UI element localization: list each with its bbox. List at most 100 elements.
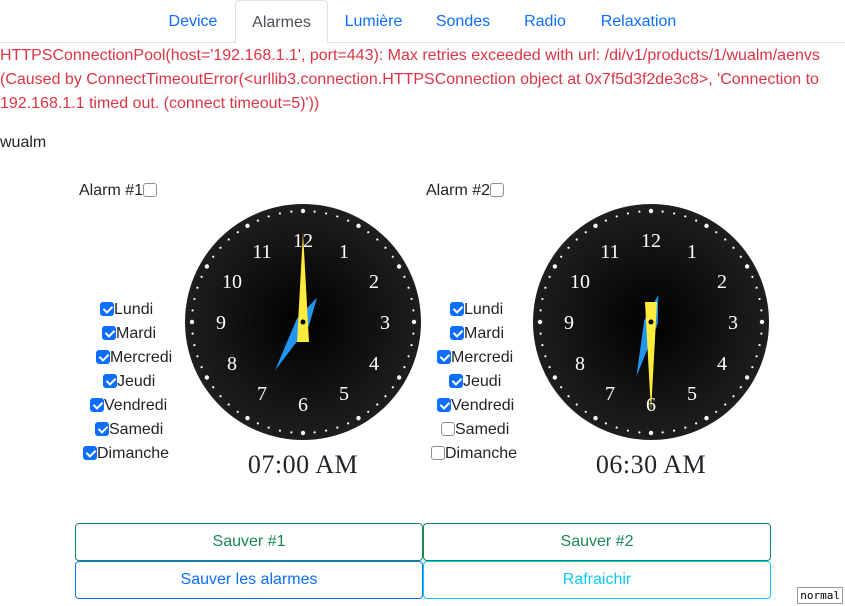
day-checkbox[interactable]	[437, 398, 451, 412]
clock-tick	[407, 355, 410, 358]
clock-tick	[191, 332, 194, 335]
clock-tick	[391, 255, 394, 258]
day-checkbox[interactable]	[441, 422, 455, 436]
clock-number: 1	[339, 241, 349, 263]
clock-tick	[245, 415, 250, 421]
day-checkbox[interactable]	[103, 374, 117, 388]
clock-tick	[367, 231, 370, 234]
clock-tick	[567, 246, 570, 249]
tab-lumiere[interactable]: Lumière	[328, 0, 419, 43]
clock-tick	[537, 319, 543, 325]
clock-tick	[412, 309, 415, 312]
clock-tick	[684, 426, 687, 429]
clock-tick	[760, 309, 763, 312]
clock-number: 12	[641, 230, 661, 252]
alarm-2-time: 06:30 AM	[595, 450, 707, 479]
day-label: Mercredi	[451, 349, 514, 366]
clock-tick	[410, 343, 413, 347]
day-2-0: Lundi	[450, 300, 503, 320]
clock-tick	[584, 410, 587, 413]
save-all-alarms-button[interactable]: Sauver les alarmes	[75, 561, 423, 599]
day-1-5: Samedi	[95, 420, 163, 440]
clock-number: 6	[298, 394, 308, 416]
clock-tick	[267, 215, 270, 218]
clock-number: 1	[687, 241, 697, 263]
clock-number: 5	[687, 383, 697, 405]
clock-tick	[638, 431, 641, 434]
clock-tick	[755, 355, 758, 358]
day-1-2: Mercredi	[96, 348, 172, 368]
clock-number: 9	[216, 312, 226, 334]
day-checkbox[interactable]	[102, 326, 116, 340]
tab-relaxation[interactable]: Relaxation	[583, 0, 694, 43]
clock-tick	[384, 246, 387, 249]
day-label: Mardi	[464, 325, 505, 342]
refresh-button[interactable]: Rafraichir	[423, 561, 771, 599]
clock-tick	[575, 238, 578, 241]
tab-alarmes[interactable]: Alarmes	[235, 0, 328, 44]
day-checkbox[interactable]	[450, 326, 464, 340]
clock-tick	[548, 366, 551, 369]
clock-tick	[661, 431, 664, 434]
clock-tick	[759, 319, 765, 325]
save-alarm-2-button[interactable]: Sauver #2	[423, 523, 771, 561]
clock-tick	[384, 395, 387, 398]
alarm-2-label: Alarm #2	[426, 182, 491, 199]
clock-number: 9	[564, 312, 574, 334]
alarm-1-enable-checkbox[interactable]	[143, 183, 158, 197]
clock-tick	[552, 264, 558, 269]
clock-tick	[715, 231, 718, 234]
clock-tick	[638, 210, 641, 213]
clock-tick	[539, 332, 542, 335]
day-label: Mercredi	[110, 349, 173, 366]
day-checkbox[interactable]	[437, 350, 451, 364]
day-checkbox[interactable]	[100, 302, 114, 316]
clock-tick	[236, 410, 239, 413]
clock-tick	[758, 343, 761, 347]
save-alarm-1-button[interactable]: Sauver #1	[75, 523, 423, 561]
day-checkbox[interactable]	[450, 302, 464, 316]
clock-tick	[256, 422, 259, 425]
day-checkbox[interactable]	[431, 446, 445, 460]
clock-tick	[300, 430, 306, 436]
clock-number: 4	[369, 353, 379, 375]
clock-number: 10	[570, 271, 590, 293]
day-checkbox[interactable]	[83, 446, 97, 460]
clock-number: 8	[575, 353, 585, 375]
clock-tick	[290, 431, 293, 434]
clock-tick	[256, 219, 259, 222]
clock-tick	[391, 386, 394, 389]
mode-badge: normal	[797, 587, 843, 604]
clock-tick	[227, 238, 230, 241]
day-1-1: Mardi	[102, 324, 156, 344]
clock-tick	[278, 429, 282, 432]
clock-tick	[396, 264, 402, 269]
day-1-6: Dimanche	[83, 444, 169, 464]
day-checkbox[interactable]	[449, 374, 463, 388]
day-checkbox[interactable]	[90, 398, 104, 412]
tab-radio[interactable]: Radio	[507, 0, 583, 43]
alarm-2-clock[interactable]: 121234567891011	[532, 203, 770, 441]
clock-tick	[336, 215, 339, 218]
clock-number: 2	[369, 271, 379, 293]
day-label: Mardi	[116, 325, 157, 342]
clock-number: 7	[257, 383, 267, 405]
clock-tick	[313, 431, 316, 434]
tab-device[interactable]: Device	[151, 0, 235, 43]
clock-tick	[755, 286, 758, 289]
alarm-1-clock[interactable]: 121234567891011	[184, 203, 422, 441]
day-checkbox[interactable]	[95, 422, 109, 436]
day-label: Lundi	[464, 301, 504, 318]
clock-tick	[760, 332, 763, 335]
day-label: Vendredi	[104, 397, 168, 414]
day-checkbox[interactable]	[96, 350, 110, 364]
clock-tick	[672, 429, 676, 432]
clock-tick	[410, 297, 413, 301]
clock-number: 3	[380, 312, 390, 334]
clock-tick	[567, 395, 570, 398]
tab-sondes[interactable]: Sondes	[419, 0, 507, 43]
alarm-2-enable-checkbox[interactable]	[490, 183, 505, 197]
clock-tick	[219, 395, 222, 398]
clock-number: 4	[717, 353, 727, 375]
clock-tick	[193, 297, 196, 301]
